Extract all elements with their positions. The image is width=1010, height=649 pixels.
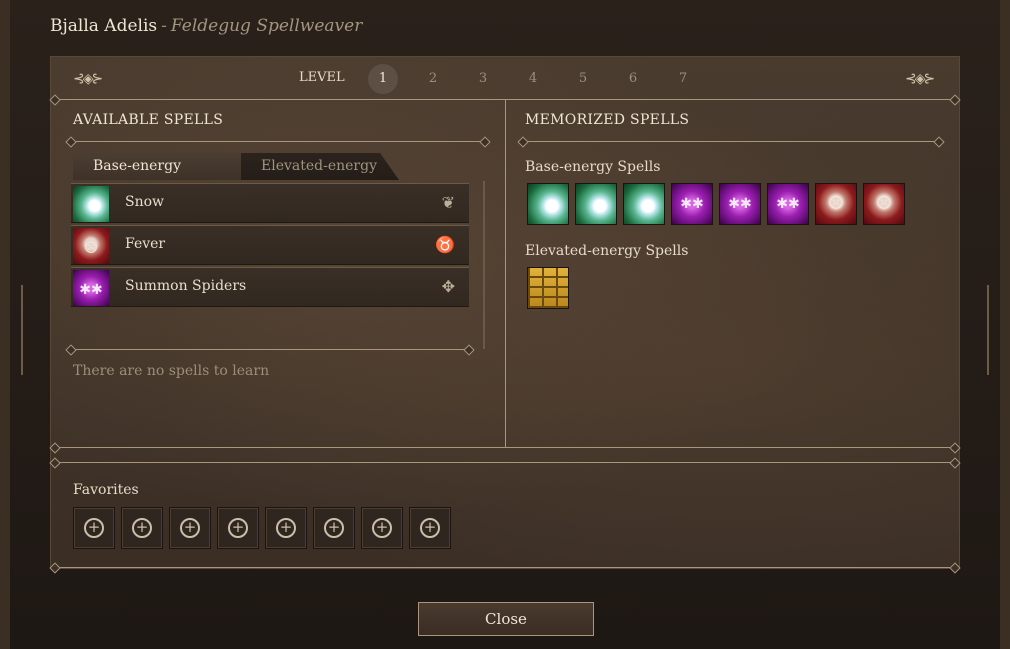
left-frame-ornament: [21, 285, 23, 375]
add-icon: +: [372, 518, 392, 538]
add-icon: +: [84, 518, 104, 538]
level-label: LEVEL: [299, 70, 345, 85]
add-icon: +: [228, 518, 248, 538]
favorites-top-divider: [55, 447, 955, 448]
right-frame-ornament: [987, 285, 989, 375]
character-name: Bjalla Adelis: [50, 16, 158, 36]
memorized-spells-title: MEMORIZED SPELLS: [525, 112, 690, 128]
base-energy-spells-title: Base-energy Spells: [525, 159, 661, 175]
memorized-snow-icon[interactable]: [575, 183, 617, 225]
add-icon: +: [276, 518, 296, 538]
level-tab-2[interactable]: 2: [418, 64, 448, 94]
tab-elevated-energy[interactable]: Elevated-energy: [241, 153, 399, 180]
add-icon: +: [132, 518, 152, 538]
favorite-slot-2[interactable]: +: [121, 507, 163, 549]
memorized-wall-icon[interactable]: [527, 267, 569, 309]
spell-row-fever[interactable]: ☹ Fever ♉: [71, 225, 469, 265]
favorites-title: Favorites: [73, 482, 139, 498]
leaf-icon: ❦: [441, 193, 455, 212]
memorized-fever-icon[interactable]: ☹: [863, 183, 905, 225]
fever-spell-icon: ☹: [73, 228, 109, 264]
spell-row-snow[interactable]: Snow ❦: [71, 183, 469, 223]
spell-list-bottom-line: [71, 349, 469, 350]
memorized-fever-icon[interactable]: ☹: [815, 183, 857, 225]
favorite-slot-6[interactable]: +: [313, 507, 355, 549]
level-tab-3[interactable]: 3: [468, 64, 498, 94]
available-spells-title: AVAILABLE SPELLS: [73, 112, 224, 128]
title-separator: -: [161, 16, 167, 36]
level-tab-4[interactable]: 4: [518, 64, 548, 94]
spell-list-scrollbar[interactable]: [483, 181, 485, 349]
memorized-snow-icon[interactable]: [527, 183, 569, 225]
memorized-snow-icon[interactable]: [623, 183, 665, 225]
favorite-slot-4[interactable]: +: [217, 507, 259, 549]
memorized-spiders-icon[interactable]: ✱✱: [767, 183, 809, 225]
favorite-slot-1[interactable]: +: [73, 507, 115, 549]
favorite-slot-3[interactable]: +: [169, 507, 211, 549]
window-title: Bjalla Adelis - Feldegug Spellweaver: [50, 16, 362, 36]
close-button[interactable]: Close: [418, 602, 594, 636]
spellbook-panel: ⊰◈⊱ LEVEL 1 2 3 4 5 6 7 ⊰◈⊱ AVAILABLE SP…: [50, 56, 960, 569]
panel-bottom-divider: [55, 567, 955, 568]
favorite-slot-8[interactable]: +: [409, 507, 451, 549]
favorite-slot-7[interactable]: +: [361, 507, 403, 549]
character-class: Feldegug Spellweaver: [170, 16, 363, 36]
memorized-title-underline: [523, 141, 939, 142]
memorized-spiders-icon[interactable]: ✱✱: [719, 183, 761, 225]
level-bar: ⊰◈⊱ LEVEL 1 2 3 4 5 6 7 ⊰◈⊱: [51, 57, 959, 99]
left-ornament-icon: ⊰◈⊱: [73, 71, 103, 87]
elevated-energy-spells-title: Elevated-energy Spells: [525, 243, 689, 259]
empty-learn-message: There are no spells to learn: [73, 363, 270, 379]
add-icon: +: [420, 518, 440, 538]
spell-name: Fever: [125, 236, 166, 252]
snow-spell-icon: [73, 186, 109, 222]
right-ornament-icon: ⊰◈⊱: [905, 71, 935, 87]
add-icon: +: [180, 518, 200, 538]
spell-name: Summon Spiders: [125, 278, 247, 294]
paw-icon: ✥: [441, 277, 455, 296]
level-tab-1[interactable]: 1: [368, 64, 398, 94]
level-tab-5[interactable]: 5: [568, 64, 598, 94]
add-icon: +: [324, 518, 344, 538]
available-title-underline: [71, 141, 485, 142]
spell-name: Snow: [125, 194, 165, 210]
favorites-top-divider-2: [55, 462, 955, 463]
tab-base-energy[interactable]: Base-energy: [73, 153, 241, 180]
favorite-slot-5[interactable]: +: [265, 507, 307, 549]
column-divider: [505, 99, 506, 447]
memorized-spiders-icon[interactable]: ✱✱: [671, 183, 713, 225]
level-tab-7[interactable]: 7: [668, 64, 698, 94]
level-tab-6[interactable]: 6: [618, 64, 648, 94]
spiders-spell-icon: ✱✱: [73, 270, 109, 306]
spell-row-summon-spiders[interactable]: ✱✱ Summon Spiders ✥: [71, 267, 469, 307]
beast-skull-icon: ♉: [435, 235, 455, 254]
